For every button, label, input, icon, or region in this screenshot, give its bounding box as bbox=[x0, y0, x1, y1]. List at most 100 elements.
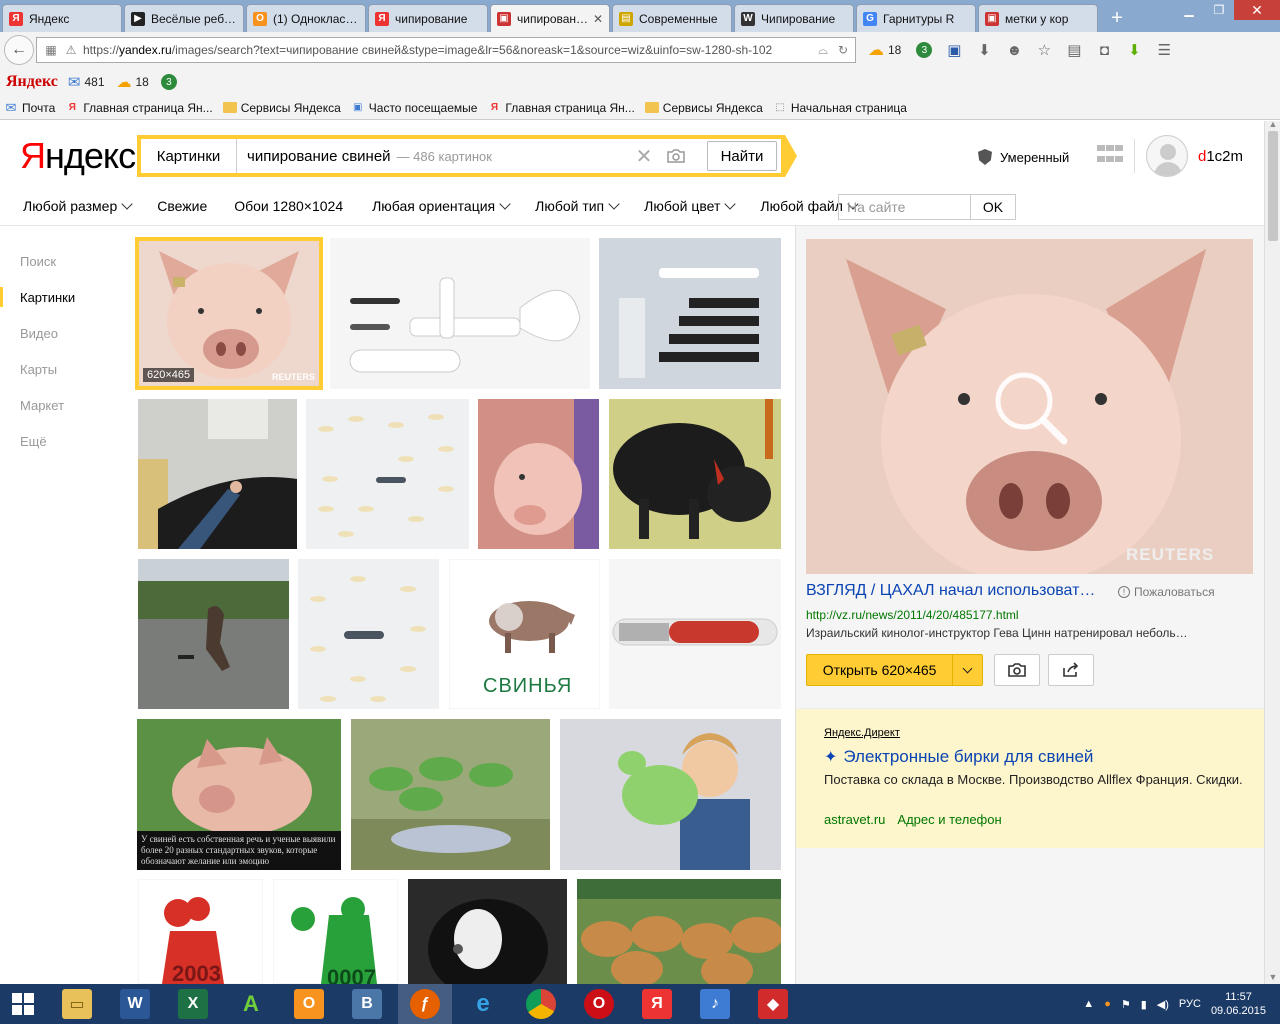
services-grid-icon[interactable] bbox=[1097, 145, 1123, 165]
browser-tab[interactable]: G Гарнитуры R bbox=[856, 4, 976, 32]
yandex-bar-logo[interactable]: Яндекс bbox=[6, 73, 58, 91]
browser-tab-active[interactable]: ▣ чипирование ✕ bbox=[490, 4, 610, 32]
maximize-icon[interactable]: ❐ bbox=[1204, 0, 1234, 20]
extension-icon[interactable]: ▣ bbox=[939, 37, 969, 63]
pocket-icon[interactable]: ◘ bbox=[1089, 37, 1119, 63]
bookmark-item[interactable]: Я Главная страница Ян... bbox=[65, 101, 213, 115]
browser-tab[interactable]: ▤ Современные bbox=[612, 4, 732, 32]
network-icon[interactable]: ▮ bbox=[1141, 998, 1147, 1011]
browser-tab[interactable]: ▣ метки у кор bbox=[978, 4, 1098, 32]
close-window-icon[interactable]: ✕ bbox=[1234, 0, 1280, 20]
taskbar-vk[interactable]: B bbox=[340, 984, 394, 1024]
search-submit-button[interactable]: Найти bbox=[707, 141, 777, 171]
mail-widget[interactable]: ✉ 481 bbox=[68, 73, 105, 91]
similar-images-button[interactable] bbox=[994, 654, 1040, 686]
image-thumbnail[interactable] bbox=[609, 559, 781, 709]
filter-type-dropdown[interactable]: Любой тип bbox=[535, 198, 620, 214]
taskbar-firefox[interactable]: ƒ bbox=[398, 984, 452, 1024]
image-thumbnail[interactable]: 0007 bbox=[273, 879, 398, 984]
taskbar-opera[interactable]: O bbox=[572, 984, 626, 1024]
ad-source-link[interactable]: Яндекс.Директ bbox=[824, 727, 900, 739]
image-thumbnail[interactable] bbox=[351, 719, 550, 870]
image-thumbnail[interactable] bbox=[138, 559, 289, 709]
clear-search-icon[interactable]: ✕ bbox=[633, 145, 655, 168]
start-button[interactable] bbox=[0, 984, 46, 1024]
close-tab-icon[interactable]: ✕ bbox=[593, 12, 603, 26]
volume-icon[interactable]: ◀) bbox=[1157, 998, 1169, 1011]
avatar[interactable] bbox=[1146, 135, 1188, 177]
address-bar[interactable]: ▦ ⚠ https://yandex.ru/images/search?text… bbox=[36, 37, 856, 63]
taskbar-chrome[interactable] bbox=[514, 984, 568, 1024]
taskbar-sketchup[interactable]: ◆ bbox=[746, 984, 800, 1024]
tray-app-icon[interactable]: ● bbox=[1104, 998, 1111, 1010]
search-input[interactable]: чипирование свиней bbox=[237, 148, 391, 165]
side-nav-market[interactable]: Маркет bbox=[0, 387, 120, 423]
image-thumbnail-selected[interactable]: 620×465 REUTERS bbox=[135, 237, 323, 390]
language-indicator[interactable]: РУС bbox=[1179, 998, 1201, 1010]
green-badge[interactable]: 3 bbox=[160, 74, 177, 90]
image-thumbnail[interactable] bbox=[577, 879, 781, 984]
clock[interactable]: 11:57 09.06.2015 bbox=[1211, 990, 1266, 1018]
image-thumbnail[interactable] bbox=[609, 399, 781, 549]
yandex-logo[interactable]: Яндекс bbox=[20, 135, 136, 177]
taskbar-yandex[interactable]: Я bbox=[630, 984, 684, 1024]
filter-orientation-dropdown[interactable]: Любая ориентация bbox=[372, 198, 511, 214]
filter-size-dropdown[interactable]: Любой размер bbox=[23, 198, 133, 214]
browser-tab[interactable]: W Чипирование bbox=[734, 4, 854, 32]
search-service-label[interactable]: Картинки bbox=[141, 139, 237, 173]
ad-title-link[interactable]: ✦ Электронные бирки для свиней bbox=[824, 747, 1093, 767]
filter-wallpaper[interactable]: Обои 1280×1024 bbox=[234, 198, 343, 214]
image-thumbnail[interactable]: У свиней есть собственная речь и ученые … bbox=[137, 719, 341, 870]
image-thumbnail[interactable] bbox=[478, 399, 599, 549]
preview-source-url[interactable]: http://vz.ru/news/2011/4/20/485177.html bbox=[806, 608, 1019, 622]
new-tab-button[interactable]: + bbox=[1104, 5, 1130, 31]
taskbar-app-a[interactable]: A bbox=[224, 984, 278, 1024]
minimize-icon[interactable]: ▁ bbox=[1174, 0, 1204, 20]
flag-icon[interactable]: ⚑ bbox=[1121, 998, 1131, 1011]
side-nav-images[interactable]: Картинки bbox=[0, 279, 120, 315]
scroll-down-icon[interactable]: ▼ bbox=[1268, 972, 1278, 982]
download-icon[interactable]: ⬇ bbox=[969, 37, 999, 63]
image-thumbnail[interactable]: СВИНЬЯ bbox=[449, 559, 600, 709]
site-info-icon[interactable]: ▦ bbox=[43, 42, 59, 58]
scroll-up-icon[interactable]: ▲ bbox=[1268, 119, 1278, 129]
reload-icon[interactable]: ↻ bbox=[835, 42, 851, 58]
green-badge-icon[interactable]: 3 bbox=[909, 37, 939, 63]
green-download-icon[interactable]: ⬇ bbox=[1119, 37, 1149, 63]
site-filter-input[interactable]: На сайте bbox=[838, 194, 971, 220]
open-image-button[interactable]: Открыть 620×465 bbox=[806, 654, 983, 686]
reader-glasses-icon[interactable]: ⌓ bbox=[815, 42, 831, 58]
side-nav-search[interactable]: Поиск bbox=[0, 243, 120, 279]
bookmark-star-icon[interactable]: ☆ bbox=[1029, 37, 1059, 63]
bookmarks-list-icon[interactable]: ▤ bbox=[1059, 37, 1089, 63]
browser-tab[interactable]: Я Яндекс bbox=[2, 4, 122, 32]
username[interactable]: d1c2m bbox=[1198, 148, 1243, 165]
taskbar-explorer[interactable]: ▭ bbox=[50, 984, 104, 1024]
open-size-dropdown[interactable] bbox=[952, 655, 982, 685]
filter-color-dropdown[interactable]: Любой цвет bbox=[644, 198, 737, 214]
bookmark-folder[interactable]: Сервисы Яндекса bbox=[644, 101, 763, 115]
safe-search-toggle[interactable]: Умеренный bbox=[978, 149, 1069, 165]
tray-expand-icon[interactable]: ▲ bbox=[1083, 998, 1094, 1010]
side-nav-video[interactable]: Видео bbox=[0, 315, 120, 351]
report-link[interactable]: ! Пожаловаться bbox=[1118, 585, 1215, 599]
weather-widget[interactable]: ☁ 18 bbox=[117, 73, 149, 91]
menu-icon[interactable]: ☰ bbox=[1149, 37, 1179, 63]
taskbar-ie[interactable]: e bbox=[456, 984, 510, 1024]
image-thumbnail[interactable]: 2003 bbox=[138, 879, 263, 984]
zoom-magnifier-icon[interactable] bbox=[990, 367, 1070, 447]
taskbar-excel[interactable]: X bbox=[166, 984, 220, 1024]
image-thumbnail[interactable] bbox=[138, 399, 297, 549]
taskbar-audio[interactable]: ♪ bbox=[688, 984, 742, 1024]
site-filter-ok-button[interactable]: OK bbox=[970, 194, 1016, 220]
preview-source-title[interactable]: ВЗГЛЯД / ЦАХАЛ начал использоват… bbox=[806, 582, 1095, 600]
image-thumbnail[interactable] bbox=[330, 238, 590, 389]
ad-address-link[interactable]: Адрес и телефон bbox=[897, 812, 1001, 827]
bookmark-item[interactable]: ▣ Часто посещаемые bbox=[351, 101, 477, 115]
image-thumbnail[interactable] bbox=[408, 879, 567, 984]
side-nav-maps[interactable]: Карты bbox=[0, 351, 120, 387]
weather-widget[interactable]: ☁ 18 bbox=[868, 40, 901, 60]
browser-tab[interactable]: О (1) Одноклассники bbox=[246, 4, 366, 32]
share-button[interactable] bbox=[1048, 654, 1094, 686]
search-input-area[interactable]: Картинки чипирование свиней — 486 картин… bbox=[141, 139, 781, 173]
